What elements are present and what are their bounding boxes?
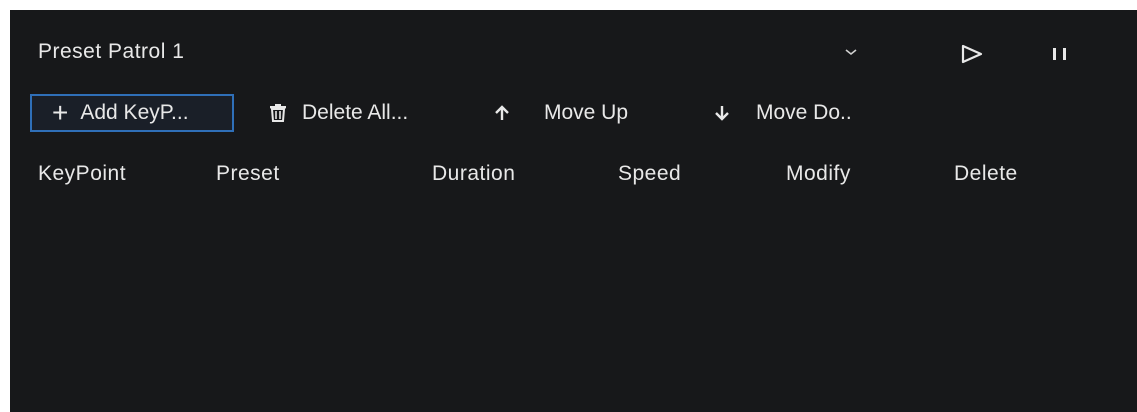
column-header-preset: Preset	[216, 162, 280, 185]
keypoint-toolbar: + Add KeyP... Delete All... Move Up Move…	[10, 94, 1137, 134]
patrol-dropdown[interactable]: Preset Patrol 1	[38, 32, 878, 72]
move-down-button[interactable]: Move Do..	[712, 94, 852, 132]
delete-all-label: Delete All...	[302, 101, 409, 124]
column-header-speed: Speed	[618, 162, 682, 185]
add-keypoint-button[interactable]: + Add KeyP...	[30, 94, 234, 132]
column-header-modify: Modify	[786, 162, 851, 185]
column-header-delete: Delete	[954, 162, 1018, 185]
trash-icon	[270, 104, 286, 122]
patrol-selector-row: Preset Patrol 1	[10, 32, 1137, 72]
preset-patrol-panel: Preset Patrol 1 + Add KeyP... Delete All…	[10, 10, 1137, 412]
move-up-button[interactable]: Move Up	[492, 94, 628, 132]
column-header-keypoint: KeyPoint	[38, 162, 127, 185]
column-header-duration: Duration	[432, 162, 516, 185]
play-icon[interactable]	[958, 40, 986, 68]
move-up-label: Move Up	[544, 101, 629, 124]
arrow-down-icon	[715, 106, 729, 121]
delete-all-button[interactable]: Delete All...	[268, 94, 408, 132]
patrol-dropdown-value: Preset Patrol 1	[38, 40, 185, 63]
plus-icon: +	[52, 97, 69, 128]
arrow-up-icon	[495, 105, 509, 120]
add-keypoint-label: Add KeyP...	[80, 101, 189, 124]
move-down-label: Move Do..	[756, 101, 852, 124]
pause-icon[interactable]	[1046, 40, 1074, 68]
keypoint-table-body	[10, 206, 1137, 412]
keypoint-table-header: KeyPoint Preset Duration Speed Modify De…	[10, 162, 1137, 198]
chevron-down-icon	[845, 49, 857, 56]
